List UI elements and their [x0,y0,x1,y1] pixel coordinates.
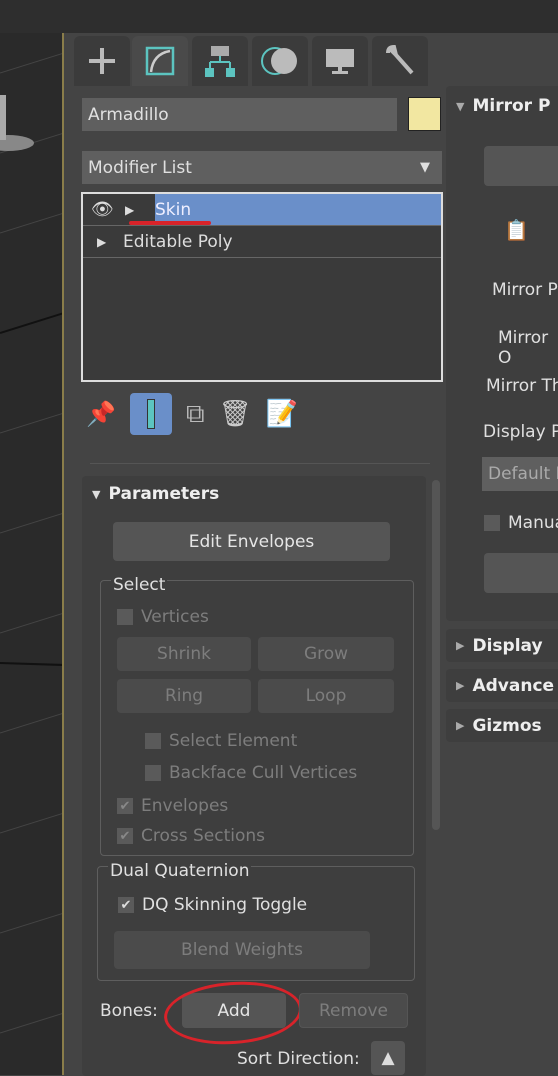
dual-quaternion-group: Dual Quaternion ✔ DQ Skinning Toggle Blen… [97,861,415,981]
pin-stack-icon[interactable]: 📌 [86,400,116,428]
advanced-rollout-header[interactable]: ▶ Advance [446,669,558,702]
trash-icon[interactable]: 🗑 [219,399,252,429]
group-title: Dual Quaternion [108,861,252,881]
remove-bone-button[interactable]: Remove [299,993,408,1028]
blend-weights-button[interactable]: Blend Weights [114,931,370,969]
annotation-circle [162,977,304,1049]
sort-direction-label: Sort Direction: [237,1049,360,1069]
parameters-header[interactable]: ▼ Parameters [92,484,219,504]
wrench-icon [386,45,414,75]
dq-skinning-checkbox[interactable]: ✔ [118,897,134,913]
eye-icon[interactable]: 👁 [91,199,119,220]
dq-skinning-label: DQ Skinning Toggle [142,895,308,915]
vertices-label: Vertices [141,607,209,627]
cross-sections-checkbox[interactable]: ✔ [117,828,133,844]
rollout-title: Parameters [108,484,220,504]
display-rollout-header[interactable]: ▶ Display [446,629,558,662]
tab-create[interactable] [74,36,130,86]
tab-hierarchy[interactable] [192,36,248,86]
tab-modify[interactable] [132,36,188,86]
hierarchy-icon [205,46,235,77]
display-projection-label: Display P [483,422,558,442]
show-end-result-icon[interactable] [130,393,172,435]
make-unique-icon[interactable]: ⧉ [186,399,205,430]
select-group: Select Vertices Shrink Grow Ring Loop Se… [100,575,414,856]
update-button[interactable] [484,553,558,593]
backface-cull-label: Backface Cull Vertices [169,763,358,783]
modify-icon [145,46,175,76]
mirror-offset-label: Mirror O [498,328,549,368]
stack-item-skin[interactable]: 👁 ▶ Skin [83,194,441,226]
object-name: Armadillo [88,104,169,125]
grow-button[interactable]: Grow [258,637,394,671]
mirror-parameters-rollout: ▼ Mirror P 📋 Mirror P Mirror O Mirror Th … [446,86,558,621]
configure-sets-icon[interactable]: 📝 [266,399,298,429]
rollout-title: Advance [472,675,555,696]
rollout-title: Display [472,635,543,656]
ring-button[interactable]: Ring [117,679,251,713]
backface-cull-checkbox[interactable] [145,765,161,781]
gizmos-rollout-header[interactable]: ▶ Gizmos [446,709,558,742]
plus-icon [89,48,115,74]
modifier-stack[interactable]: 👁 ▶ Skin ▶ Editable Poly [81,192,443,382]
envelopes-checkbox[interactable]: ✔ [117,798,133,814]
object-name-input[interactable]: Armadillo [82,98,397,131]
mirror-plane-label: Mirror P [492,280,558,300]
sort-direction-button[interactable]: ▲ [371,1041,405,1075]
edit-envelopes-button[interactable]: Edit Envelopes [113,522,390,561]
object-color-swatch[interactable] [408,97,441,131]
triangle-up-icon: ▲ [381,1048,395,1068]
rollout-title: Mirror P [472,96,551,116]
mirror-threshold-label: Mirror Th [486,376,558,396]
rollout-title: Gizmos [472,715,542,736]
modifier-list-label: Modifier List [88,157,192,178]
group-title: Select [111,575,168,595]
stack-item-label: Skin [155,199,192,220]
mirror-mode-button[interactable] [484,146,558,186]
top-bar [0,0,558,33]
tab-utilities[interactable] [372,36,428,86]
chevron-down-icon: ▼ [420,160,430,175]
stack-toolbar: 📌 ⧉ 🗑 📝 [86,393,298,435]
stack-item-label: Editable Poly [123,231,233,252]
select-element-checkbox[interactable] [145,733,161,749]
scrollbar[interactable] [432,480,440,830]
tab-display[interactable] [312,36,368,86]
shrink-button[interactable]: Shrink [117,637,251,671]
cross-sections-label: Cross Sections [141,826,266,846]
tab-motion[interactable] [252,36,308,86]
manual-update-checkbox[interactable] [484,515,500,531]
bones-label: Bones: [100,1001,158,1021]
modifier-list-dropdown[interactable]: Modifier List ▼ [82,151,442,184]
expand-arrow-icon[interactable]: ▶ [125,203,145,217]
annotation-underline [129,221,211,225]
display-projection-dropdown[interactable]: Default D [482,457,558,491]
motion-icon [261,47,297,75]
monitor-icon [326,49,354,74]
dropdown-value: Default D [488,464,558,484]
loop-button[interactable]: Loop [258,679,394,713]
select-element-label: Select Element [169,731,298,751]
vertices-checkbox[interactable] [117,609,133,625]
divider [90,463,430,464]
viewport[interactable] [0,33,64,1075]
paste-icon[interactable]: 📋 [504,218,529,242]
parameters-rollout: ▼ Parameters Edit Envelopes Select Vertic… [82,476,426,1076]
manual-update-label: Manua [508,513,558,533]
expand-arrow-icon[interactable]: ▶ [97,235,123,249]
stack-item-editable-poly[interactable]: ▶ Editable Poly [83,226,441,258]
envelopes-label: Envelopes [141,796,229,816]
